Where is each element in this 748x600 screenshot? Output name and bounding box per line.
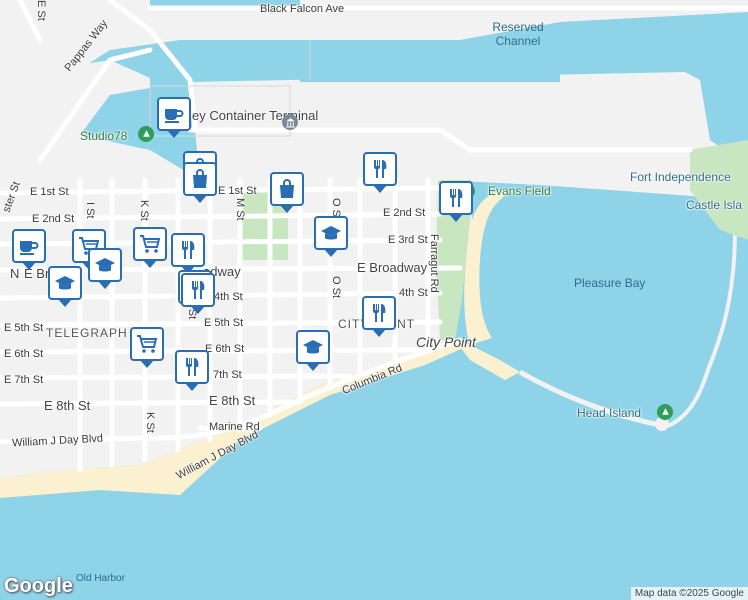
map-pin-shopping[interactable] xyxy=(270,172,304,213)
place-label-city-point: City Point xyxy=(416,334,476,350)
school-icon xyxy=(321,226,341,240)
map-pin-cafe[interactable] xyxy=(12,229,46,270)
shopping-icon xyxy=(193,169,207,188)
street-label-i-st: I St xyxy=(84,202,96,219)
map-pin-school[interactable] xyxy=(314,216,348,257)
place-label-fort-independence: Fort Independence xyxy=(630,170,731,184)
street-label-o-st-south: O St xyxy=(330,276,342,299)
map-pin-school[interactable] xyxy=(296,330,330,371)
water-label-old-harbor: Old Harbor xyxy=(76,573,125,584)
grocery-icon xyxy=(137,335,158,353)
place-label-evans-field: Evans Field xyxy=(488,184,551,198)
map-pin-school[interactable] xyxy=(48,266,82,307)
grocery-icon xyxy=(140,235,161,253)
restaurant-icon xyxy=(373,304,386,322)
map-pin-restaurant[interactable] xyxy=(439,181,473,222)
place-label-studio78: Studio78 xyxy=(80,129,128,143)
street-label-e-1st-st: E 1st St xyxy=(30,186,69,198)
museum-icon xyxy=(282,114,298,130)
neighborhood-label-telegraph: TELEGRAPH xyxy=(46,326,128,340)
street-label-e-8th-st-east: E 8th St xyxy=(209,393,256,408)
school-icon xyxy=(95,258,115,272)
map-pin-shopping[interactable] xyxy=(183,162,217,203)
map-pin-restaurant[interactable] xyxy=(362,296,396,337)
street-label-farragut-rd: Farragut Rd xyxy=(428,234,440,293)
restaurant-icon xyxy=(374,160,387,178)
google-logo: Google xyxy=(4,575,73,597)
map-pin-restaurant[interactable] xyxy=(181,273,215,314)
restaurant-icon xyxy=(192,281,205,299)
cafe-icon xyxy=(20,241,39,255)
street-label-e-7th-st-east: 7th St xyxy=(213,369,242,381)
street-label-black-falcon-ave: Black Falcon Ave xyxy=(260,3,345,15)
street-label-n-prefix: N xyxy=(10,266,20,281)
street-label-e-5th-st-east: E 5th St xyxy=(204,317,244,329)
school-icon xyxy=(55,276,75,290)
street-label-k-st-north: K St xyxy=(138,200,150,221)
map-pin-restaurant[interactable] xyxy=(175,350,209,391)
park-icon-studio78 xyxy=(138,126,154,142)
street-label-e-2nd-st: E 2nd St xyxy=(32,213,75,225)
map-pin-school[interactable] xyxy=(88,248,122,289)
street-label-m-st: M St xyxy=(234,198,246,221)
park-icon-head-island xyxy=(657,404,673,420)
map-pin-grocery[interactable] xyxy=(133,227,167,268)
restaurant-icon xyxy=(450,189,463,207)
place-label-castle-island: Castle Isla xyxy=(686,198,743,212)
street-label-e-5th-st: E 5th St xyxy=(4,322,44,334)
street-label-e-6th-st-east: E 6th St xyxy=(205,343,245,355)
place-label-head-island: Head Island xyxy=(577,406,642,420)
map-pin-restaurant[interactable] xyxy=(363,152,397,193)
street-label-e-8th-st: E 8th St xyxy=(44,398,91,413)
street-label-e-broadway: E Broadway xyxy=(357,260,428,275)
map-data-credit[interactable]: Map data ©2025 Google xyxy=(630,587,748,600)
map-pin-cafe[interactable] xyxy=(157,97,191,138)
place-label-container-terminal-part1: ey Container Terminal xyxy=(192,108,319,123)
shopping-icon xyxy=(280,179,294,198)
street-label-e-3rd-st: E 3rd St xyxy=(388,234,428,246)
map-pin-grocery[interactable] xyxy=(130,327,164,368)
water-label-reserved-channel: Reserved Channel xyxy=(492,20,544,48)
restaurant-icon xyxy=(182,241,195,259)
street-label-e-4th-st: 4th St xyxy=(214,291,243,303)
school-icon xyxy=(303,340,323,354)
map-pin-restaurant[interactable] xyxy=(171,233,205,274)
cafe-icon xyxy=(165,109,184,123)
street-label-k-st-south: K St xyxy=(144,412,156,433)
water-label-pleasure-bay: Pleasure Bay xyxy=(574,276,646,290)
street-label-e-1st-st-mid: E 1st St xyxy=(218,185,257,197)
map-canvas[interactable]: Black Falcon Ave Pappas Way E 1st St E 1… xyxy=(0,0,748,600)
street-label-e-4th-st-east: 4th St xyxy=(399,287,428,299)
restaurant-icon xyxy=(186,358,199,376)
street-label-e-6th-st: E 6th St xyxy=(4,348,44,360)
street-label-e-st: E St xyxy=(35,0,47,21)
street-label-e-2nd-st-east: E 2nd St xyxy=(383,207,426,219)
street-label-e-7th-st: E 7th St xyxy=(4,374,44,386)
